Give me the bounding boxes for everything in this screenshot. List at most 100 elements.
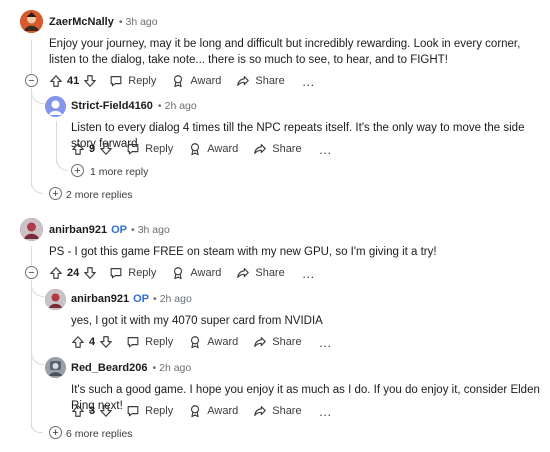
comment-actions-redbeard: 3 Reply Award Share … bbox=[71, 402, 333, 420]
author-name[interactable]: ZaerMcNally bbox=[49, 16, 114, 28]
share-icon bbox=[253, 404, 267, 418]
comment-actions-anirban-reply: 4 Reply Award Share … bbox=[71, 333, 333, 351]
comment-body-anirban-reply: yes, I got it with my 4070 super card fr… bbox=[71, 315, 323, 327]
collapse-thread-button[interactable]: − bbox=[25, 266, 38, 279]
upvote-button[interactable] bbox=[49, 266, 63, 280]
upvote-button[interactable] bbox=[71, 404, 85, 418]
comment-body-zaer: Enjoy your journey, may it be long and d… bbox=[49, 38, 521, 66]
plus-icon: + bbox=[52, 426, 59, 439]
award-label: Award bbox=[207, 336, 239, 348]
more-replies-link[interactable]: 1 more reply bbox=[90, 166, 148, 178]
reply-button[interactable]: Reply bbox=[109, 74, 156, 88]
op-badge: OP bbox=[133, 293, 149, 305]
comment-time: 3h ago bbox=[137, 224, 170, 236]
more-options-button[interactable]: … bbox=[302, 74, 316, 89]
more-options-button[interactable]: … bbox=[319, 142, 333, 157]
award-icon bbox=[188, 142, 202, 156]
downvote-button[interactable] bbox=[83, 266, 97, 280]
reply-icon bbox=[126, 404, 140, 418]
expand-replies-button[interactable]: + bbox=[49, 187, 62, 200]
minus-icon: − bbox=[28, 266, 35, 279]
comment-header-redbeard: Red_Beard206 • 2h ago bbox=[71, 361, 191, 375]
upvote-button[interactable] bbox=[49, 74, 63, 88]
vote-score: 41 bbox=[67, 75, 80, 87]
downvote-icon bbox=[99, 404, 113, 418]
separator-dot: • bbox=[152, 362, 157, 374]
award-button[interactable]: Award bbox=[171, 74, 221, 88]
minus-icon: − bbox=[28, 74, 35, 87]
downvote-icon bbox=[99, 142, 113, 156]
thread-connector bbox=[31, 424, 43, 433]
vote-score: 4 bbox=[89, 336, 96, 348]
comment-time: 2h ago bbox=[159, 362, 192, 374]
thread-connector bbox=[31, 182, 43, 194]
thread-connector bbox=[56, 159, 68, 171]
reply-icon bbox=[126, 142, 140, 156]
avatar-anirban-reply-image bbox=[45, 289, 66, 310]
downvote-button[interactable] bbox=[99, 404, 113, 418]
more-options-button[interactable]: … bbox=[319, 335, 333, 350]
reply-icon bbox=[126, 335, 140, 349]
comment-time: 3h ago bbox=[125, 16, 158, 28]
more-options-button[interactable]: … bbox=[319, 404, 333, 419]
reply-button[interactable]: Reply bbox=[109, 266, 156, 280]
more-replies-link[interactable]: 6 more replies bbox=[66, 428, 133, 440]
share-icon bbox=[236, 74, 250, 88]
downvote-button[interactable] bbox=[99, 335, 113, 349]
reply-button[interactable]: Reply bbox=[126, 142, 173, 156]
reply-button[interactable]: Reply bbox=[126, 335, 173, 349]
expand-replies-button[interactable]: + bbox=[49, 426, 62, 439]
comment-actions-zaer: 41 Reply Award Share … bbox=[49, 72, 316, 90]
upvote-icon bbox=[49, 266, 63, 280]
collapse-thread-button[interactable]: − bbox=[25, 74, 38, 87]
author-name[interactable]: anirban921 bbox=[49, 224, 107, 236]
more-options-button[interactable]: … bbox=[302, 266, 316, 281]
avatar-strict[interactable] bbox=[45, 96, 66, 117]
downvote-icon bbox=[83, 266, 97, 280]
share-button[interactable]: Share bbox=[236, 266, 285, 280]
avatar-redbeard[interactable] bbox=[45, 357, 66, 378]
share-button[interactable]: Share bbox=[253, 142, 302, 156]
comment-time: 2h ago bbox=[164, 100, 197, 112]
author-name[interactable]: anirban921 bbox=[71, 293, 129, 305]
vote-score: 3 bbox=[89, 405, 96, 417]
op-badge: OP bbox=[111, 224, 127, 236]
award-button[interactable]: Award bbox=[188, 335, 238, 349]
thread-line-anirban bbox=[31, 246, 32, 266]
share-label: Share bbox=[255, 267, 285, 279]
award-icon bbox=[188, 335, 202, 349]
more-replies-link[interactable]: 2 more replies bbox=[66, 189, 133, 201]
award-button[interactable]: Award bbox=[171, 266, 221, 280]
award-label: Award bbox=[207, 143, 239, 155]
thread-connector bbox=[31, 285, 44, 297]
share-button[interactable]: Share bbox=[253, 335, 302, 349]
reply-button[interactable]: Reply bbox=[126, 404, 173, 418]
avatar-anirban[interactable] bbox=[20, 218, 43, 241]
avatar-anirban-reply[interactable] bbox=[45, 289, 66, 310]
share-button[interactable]: Share bbox=[253, 404, 302, 418]
thread-line-zaer-main bbox=[31, 88, 32, 187]
reply-label: Reply bbox=[128, 267, 157, 279]
share-button[interactable]: Share bbox=[236, 74, 285, 88]
expand-replies-button[interactable]: + bbox=[71, 164, 84, 177]
downvote-button[interactable] bbox=[83, 74, 97, 88]
share-icon bbox=[236, 266, 250, 280]
author-name[interactable]: Strict-Field4160 bbox=[71, 100, 153, 112]
plus-icon: + bbox=[52, 187, 59, 200]
reply-icon bbox=[109, 74, 123, 88]
share-label: Share bbox=[272, 336, 302, 348]
author-name[interactable]: Red_Beard206 bbox=[71, 362, 147, 374]
comment-header-strict: Strict-Field4160 • 2h ago bbox=[71, 99, 197, 113]
avatar-zaer[interactable] bbox=[20, 10, 43, 33]
share-label: Share bbox=[272, 405, 302, 417]
downvote-button[interactable] bbox=[99, 142, 113, 156]
award-button[interactable]: Award bbox=[188, 404, 238, 418]
upvote-button[interactable] bbox=[71, 142, 85, 156]
upvote-button[interactable] bbox=[71, 335, 85, 349]
comment-header-zaer: ZaerMcNally • 3h ago bbox=[49, 15, 158, 29]
separator-dot: • bbox=[153, 293, 157, 305]
reply-icon bbox=[109, 266, 123, 280]
award-icon bbox=[188, 404, 202, 418]
comment-body-anirban: PS - I got this game FREE on steam with … bbox=[49, 246, 437, 258]
award-button[interactable]: Award bbox=[188, 142, 238, 156]
